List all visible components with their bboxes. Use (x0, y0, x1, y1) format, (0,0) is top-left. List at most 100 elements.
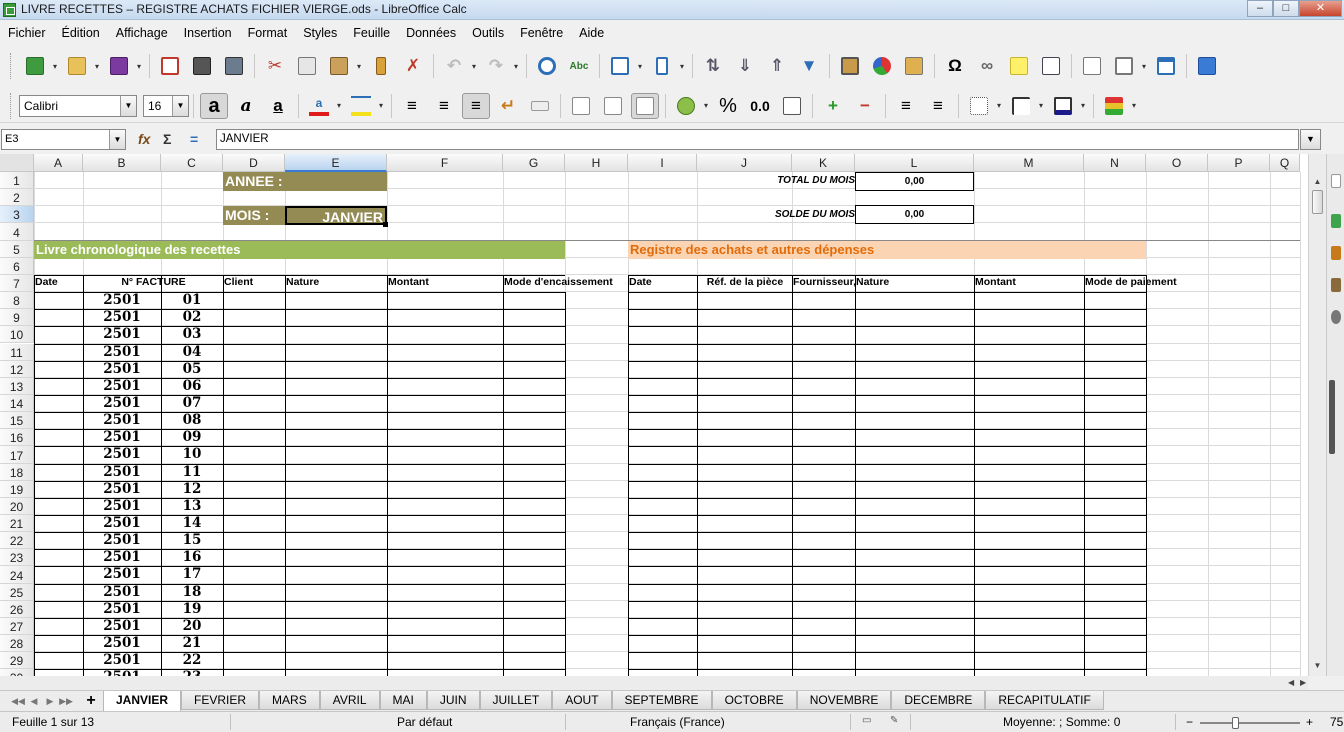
percent-format-icon[interactable]: % (714, 93, 742, 119)
first-sheet-icon[interactable]: ◀◀ (10, 693, 26, 709)
formula-input[interactable]: JANVIER (216, 129, 1299, 150)
menu-item[interactable]: Aide (571, 22, 612, 44)
mois-label[interactable]: MOIS : (223, 206, 285, 226)
add-decimal-place-icon[interactable]: + (819, 93, 847, 119)
selection-mode-icon[interactable]: ▭ (862, 715, 871, 726)
column-header[interactable]: B (83, 154, 161, 172)
special-character-icon[interactable]: Ω (941, 53, 969, 79)
page-style[interactable]: Par défaut (397, 715, 452, 729)
menu-item[interactable]: Format (240, 22, 296, 44)
row-header[interactable]: 3 (0, 206, 34, 224)
align-left-icon[interactable]: ≡ (398, 93, 426, 119)
scroll-left-icon[interactable]: ◀ (1288, 676, 1294, 690)
border-color-dropdown-icon[interactable]: ▾ (1079, 101, 1087, 110)
invoice-number-cell[interactable]: 23 (161, 669, 223, 676)
spreadsheet-grid[interactable]: A B C D E F G H I J K L M N O P Q 1 2 3 4 5 6 7 8 9 10 11 12 13 14 15 16… (0, 154, 1308, 676)
font-size-select[interactable]: 16 ▼ (143, 94, 189, 117)
invoice-year-cell[interactable]: 2501 (83, 635, 161, 652)
row-header[interactable]: 9 (0, 309, 34, 327)
clone-formatting-icon[interactable] (367, 53, 395, 79)
chevron-down-icon[interactable]: ▼ (109, 130, 125, 149)
pivot-table-icon[interactable] (900, 53, 928, 79)
column-header[interactable]: G (503, 154, 565, 172)
scroll-thumb[interactable] (1312, 190, 1323, 214)
zoom-slider-knob[interactable] (1232, 717, 1239, 729)
maximize-button[interactable]: □ (1273, 0, 1299, 17)
invoice-number-cell[interactable]: 06 (161, 378, 223, 395)
font-color-dropdown-icon[interactable]: ▾ (335, 101, 343, 110)
undo-icon[interactable]: ↶ (440, 53, 468, 79)
insert-chart-icon[interactable] (868, 53, 896, 79)
achats-column-header[interactable]: Mode de paiement (1084, 275, 1177, 292)
total-value[interactable]: 0,00 (855, 172, 974, 192)
invoice-number-cell[interactable]: 02 (161, 309, 223, 326)
row-header[interactable]: 26 (0, 600, 34, 618)
horizontal-scrollbar[interactable]: ◀ ▶ (0, 676, 1308, 690)
copy-icon[interactable] (293, 53, 321, 79)
invoice-year-cell[interactable]: 2501 (83, 549, 161, 566)
delete-decimal-place-icon[interactable]: − (851, 93, 879, 119)
new-document-icon[interactable] (21, 53, 49, 79)
invoice-number-cell[interactable]: 01 (161, 292, 223, 309)
annee-label[interactable]: ANNEE : (223, 172, 387, 192)
define-print-area-icon[interactable] (1078, 53, 1106, 79)
row-header[interactable]: 25 (0, 583, 34, 601)
menu-item[interactable]: Styles (295, 22, 345, 44)
achats-column-header[interactable]: Montant (974, 275, 1084, 292)
border-style-icon[interactable] (1007, 93, 1035, 119)
save-icon[interactable] (105, 53, 133, 79)
row-header[interactable]: 15 (0, 412, 34, 430)
section-recettes-title[interactable]: Livre chronologique des recettes (34, 240, 565, 259)
name-box[interactable]: E3 ▼ (1, 129, 126, 150)
conditional-dropdown-icon[interactable]: ▾ (1130, 101, 1138, 110)
gallery-icon[interactable] (1331, 278, 1341, 292)
border-color-icon[interactable] (1049, 93, 1077, 119)
sheet-tab[interactable]: NOVEMBRE (796, 691, 892, 710)
sheet-tab[interactable]: OCTOBRE (711, 691, 797, 710)
autofill-handle[interactable] (383, 222, 388, 228)
row-header[interactable]: 6 (0, 257, 34, 275)
spelling-icon[interactable]: Abc (565, 53, 593, 79)
row-header[interactable]: 28 (0, 635, 34, 653)
sheet-tab[interactable]: JANVIER (103, 691, 182, 712)
row-header[interactable]: 21 (0, 515, 34, 533)
previous-sheet-icon[interactable]: ◀ (26, 693, 42, 709)
menu-item[interactable]: Fichier (0, 22, 54, 44)
row-header[interactable]: 23 (0, 549, 34, 567)
row-header[interactable]: 27 (0, 617, 34, 636)
recettes-column-header[interactable]: Date (34, 275, 83, 292)
section-achats-title[interactable]: Registre des achats et autres dépenses (628, 240, 1146, 259)
expand-formula-icon[interactable]: ▼ (1300, 129, 1321, 150)
invoice-number-cell[interactable]: 21 (161, 635, 223, 652)
column-header[interactable]: Q (1270, 154, 1300, 172)
column-header[interactable]: H (565, 154, 628, 172)
row-header[interactable]: 24 (0, 566, 34, 584)
achats-column-header[interactable]: Réf. de la pièce (697, 275, 792, 292)
row-header[interactable]: 29 (0, 652, 34, 670)
sheet-tab[interactable]: AOUT (552, 691, 612, 710)
invoice-number-cell[interactable]: 17 (161, 566, 223, 583)
column-header[interactable]: F (387, 154, 503, 172)
sidebar-resize-handle[interactable] (1329, 380, 1335, 454)
chevron-down-icon[interactable]: ▼ (172, 95, 188, 116)
increase-indent-icon[interactable]: ≡ (892, 93, 920, 119)
italic-icon[interactable]: a (232, 93, 260, 119)
properties-icon[interactable] (1331, 214, 1341, 228)
export-pdf-icon[interactable] (156, 53, 184, 79)
number-format-icon[interactable]: 0.0 (746, 93, 774, 119)
underline-icon[interactable]: a (264, 93, 292, 119)
row-header[interactable]: 12 (0, 360, 34, 378)
invoice-year-cell[interactable]: 2501 (83, 446, 161, 463)
font-color-icon[interactable]: a (305, 93, 333, 119)
mois-value-cell[interactable]: JANVIER (285, 206, 387, 226)
row-header[interactable]: 17 (0, 446, 34, 464)
scroll-down-icon[interactable]: ▼ (1309, 658, 1326, 674)
find-replace-icon[interactable] (533, 53, 561, 79)
close-button[interactable]: ✕ (1299, 0, 1342, 17)
navigator-icon[interactable] (1331, 310, 1341, 324)
invoice-year-cell[interactable]: 2501 (83, 515, 161, 532)
menu-item[interactable]: Édition (54, 22, 108, 44)
row-header[interactable]: 10 (0, 326, 34, 344)
row-header[interactable]: 16 (0, 429, 34, 447)
print-preview-icon[interactable] (220, 53, 248, 79)
